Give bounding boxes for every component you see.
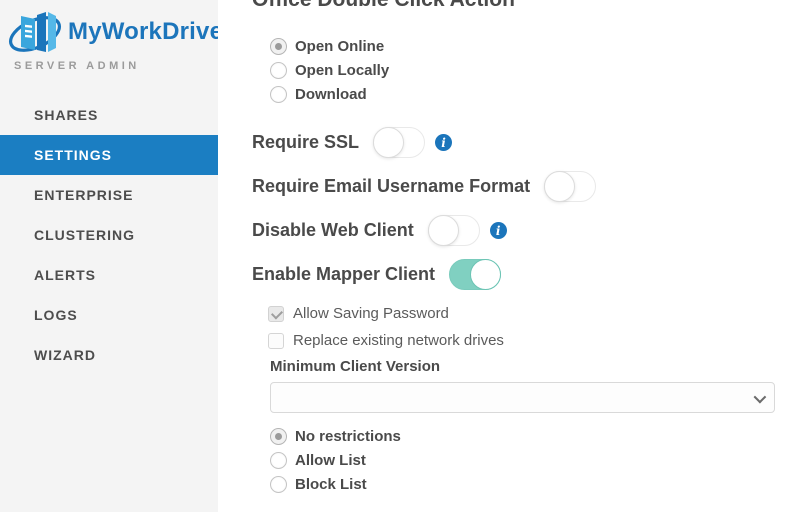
require-ssl-toggle[interactable] bbox=[373, 127, 425, 158]
radio-allow-list[interactable]: Allow List bbox=[270, 448, 401, 472]
sidebar: MyWorkDrive SERVER ADMIN SHARES SETTINGS… bbox=[0, 0, 218, 512]
sidebar-item-alerts[interactable]: ALERTS bbox=[0, 255, 218, 295]
enable-mapper-client-toggle[interactable] bbox=[449, 259, 501, 290]
radio-open-locally[interactable]: Open Locally bbox=[270, 58, 389, 82]
radio-download[interactable]: Download bbox=[270, 82, 389, 106]
sidebar-item-settings[interactable]: SETTINGS bbox=[0, 135, 218, 175]
radio-button-icon[interactable] bbox=[270, 86, 287, 103]
radio-button-icon[interactable] bbox=[270, 452, 287, 469]
restriction-radio-group: No restrictions Allow List Block List bbox=[270, 424, 401, 496]
brand-name: MyWorkDrive bbox=[68, 18, 223, 46]
sidebar-item-shares[interactable]: SHARES bbox=[0, 95, 218, 135]
disable-web-client-row: Disable Web Client i bbox=[252, 214, 507, 247]
require-email-format-row: Require Email Username Format bbox=[252, 170, 596, 203]
disable-web-client-label: Disable Web Client bbox=[252, 220, 414, 241]
info-icon[interactable]: i bbox=[490, 222, 507, 239]
section-heading-office-double-click: Office Double Click Action bbox=[252, 0, 515, 13]
radio-button-icon[interactable] bbox=[270, 476, 287, 493]
require-ssl-label: Require SSL bbox=[252, 132, 359, 153]
radio-button-icon[interactable] bbox=[270, 62, 287, 79]
office-double-click-radio-group: Open Online Open Locally Download bbox=[270, 34, 389, 106]
require-email-format-toggle[interactable] bbox=[544, 171, 596, 202]
settings-panel: Office Double Click Action Open Online O… bbox=[218, 0, 803, 512]
radio-block-list[interactable]: Block List bbox=[270, 472, 401, 496]
require-email-format-label: Require Email Username Format bbox=[252, 176, 530, 197]
checkbox-icon[interactable] bbox=[268, 333, 284, 349]
minimum-client-version-label: Minimum Client Version bbox=[270, 358, 440, 375]
info-icon[interactable]: i bbox=[435, 134, 452, 151]
disable-web-client-toggle[interactable] bbox=[428, 215, 480, 246]
radio-button-icon[interactable] bbox=[270, 38, 287, 55]
sidebar-item-wizard[interactable]: WIZARD bbox=[0, 335, 218, 375]
sidebar-item-logs[interactable]: LOGS bbox=[0, 295, 218, 335]
require-ssl-row: Require SSL i bbox=[252, 126, 452, 159]
radio-open-online[interactable]: Open Online bbox=[270, 34, 389, 58]
enable-mapper-client-label: Enable Mapper Client bbox=[252, 264, 435, 285]
checkbox-replace-network-drives[interactable]: Replace existing network drives bbox=[268, 327, 504, 354]
mapper-suboptions-group: Allow Saving Password Replace existing n… bbox=[268, 300, 504, 354]
minimum-client-version-select[interactable] bbox=[270, 382, 775, 413]
brand-subtitle: SERVER ADMIN bbox=[14, 60, 218, 72]
toggle-knob bbox=[373, 127, 404, 158]
logo-block: MyWorkDrive SERVER ADMIN bbox=[8, 6, 218, 72]
toggle-knob bbox=[428, 215, 459, 246]
checkbox-allow-saving-password[interactable]: Allow Saving Password bbox=[268, 300, 504, 327]
myworkdrive-logo-icon bbox=[8, 6, 66, 58]
sidebar-item-clustering[interactable]: CLUSTERING bbox=[0, 215, 218, 255]
toggle-knob bbox=[544, 171, 575, 202]
radio-button-icon[interactable] bbox=[270, 428, 287, 445]
enable-mapper-client-row: Enable Mapper Client bbox=[252, 258, 501, 291]
sidebar-item-enterprise[interactable]: ENTERPRISE bbox=[0, 175, 218, 215]
chevron-down-icon bbox=[754, 391, 767, 404]
sidebar-nav: SHARES SETTINGS ENTERPRISE CLUSTERING AL… bbox=[0, 95, 218, 375]
toggle-knob bbox=[470, 259, 501, 290]
radio-no-restrictions[interactable]: No restrictions bbox=[270, 424, 401, 448]
checkbox-icon[interactable] bbox=[268, 306, 284, 322]
